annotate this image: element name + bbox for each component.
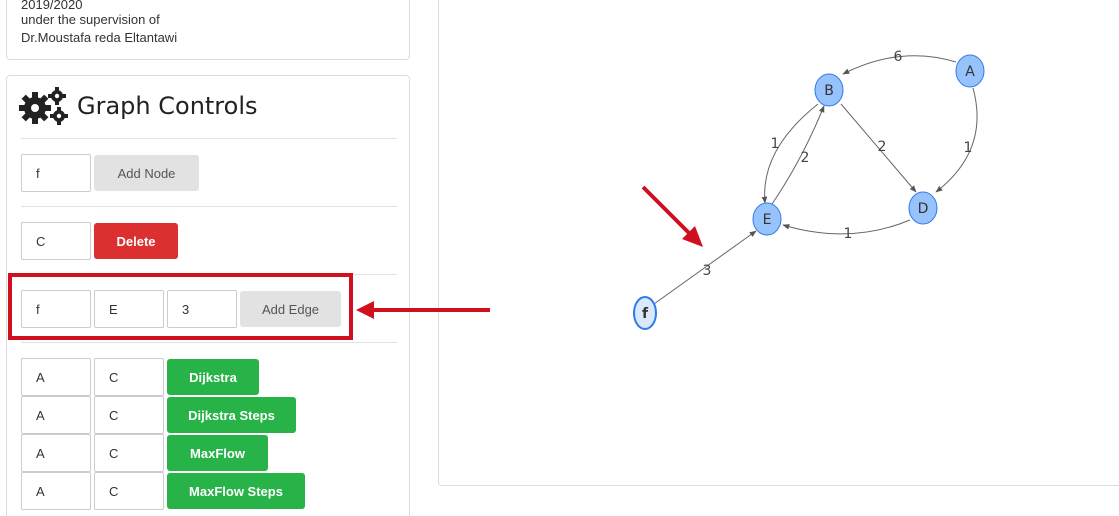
graph-node-b[interactable]: B (814, 73, 844, 107)
annotation-arrow-icon (641, 185, 703, 247)
graph-node-d[interactable]: D (908, 191, 938, 225)
app-page: 2019/2020 under the supervision of Dr.Mo… (0, 0, 1119, 516)
edge-weight-label: 1 (964, 140, 973, 156)
annotation-arrow-icon (356, 301, 490, 319)
graph-svg: 6 1 2 1 2 1 3 A B D E f (356, 49, 985, 330)
edge-weight-label: 2 (878, 139, 887, 155)
node-label: f (642, 306, 649, 322)
graph-edge[interactable] (771, 105, 825, 205)
edge-weight-label: 2 (801, 150, 810, 166)
graph-node-f[interactable]: f (633, 296, 657, 330)
node-label: D (918, 201, 929, 217)
graph-node-a[interactable]: A (955, 54, 985, 88)
node-label: A (965, 64, 975, 80)
edge-weight-label: 3 (703, 263, 712, 279)
node-label: E (763, 212, 772, 228)
node-label: B (824, 83, 834, 99)
edge-weight-label: 1 (844, 226, 853, 242)
graph-node-e[interactable]: E (752, 202, 782, 236)
graph-edge[interactable] (761, 103, 819, 204)
edge-weight-label: 6 (894, 49, 903, 65)
edge-weight-label: 1 (771, 136, 780, 152)
